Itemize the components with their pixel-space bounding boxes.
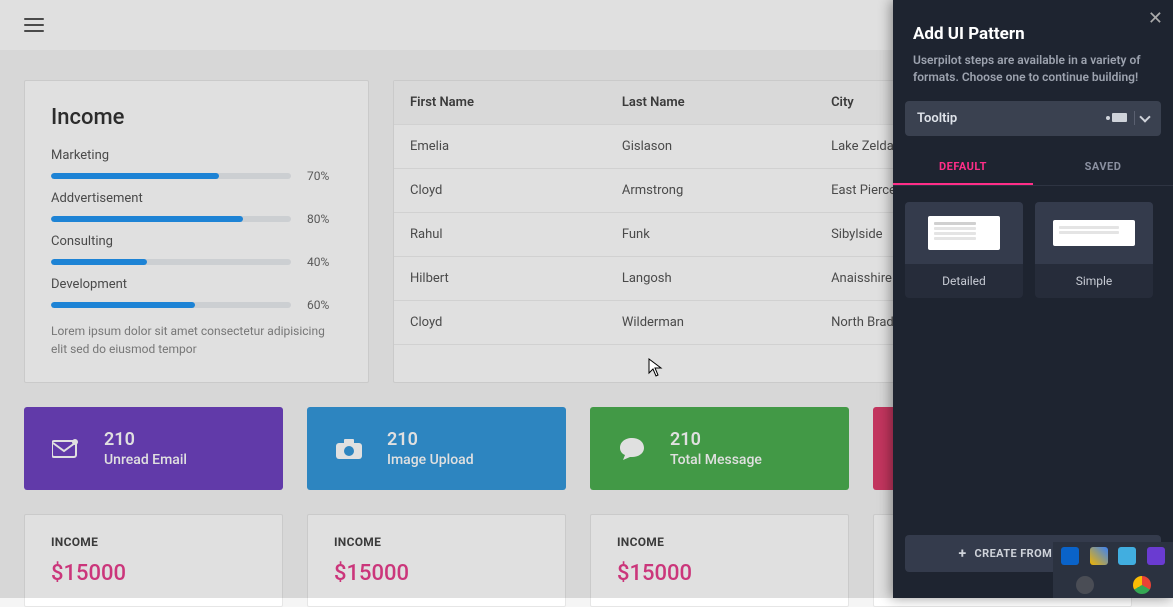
pattern-type-label: Tooltip: [917, 111, 957, 126]
system-tray: [1053, 542, 1173, 598]
stat-label: Unread Email: [104, 452, 187, 468]
security-icon[interactable]: [1090, 547, 1108, 565]
template-simple[interactable]: Simple: [1035, 202, 1153, 298]
bar-label: Marketing: [51, 148, 342, 163]
bar-track: [51, 173, 291, 179]
chrome-tray-icon[interactable]: [1133, 576, 1151, 594]
income-summary-value: $15000: [617, 561, 822, 586]
table-cell: Gislason: [606, 125, 815, 169]
bar-percent: 70%: [307, 169, 329, 183]
browser-tray-icon[interactable]: [1076, 576, 1094, 594]
chevron-down-icon: [1139, 112, 1150, 123]
mail-icon: [50, 433, 82, 465]
menu-toggle[interactable]: [24, 18, 44, 32]
stat-tile[interactable]: 210 Image Upload: [307, 407, 566, 490]
income-summary-value: $15000: [51, 561, 256, 586]
panel-title: Add UI Pattern: [913, 24, 1153, 44]
stat-tile[interactable]: 210 Total Message: [590, 407, 849, 490]
table-header: Last Name: [606, 81, 815, 125]
bluetooth-icon[interactable]: [1061, 547, 1079, 565]
income-summary-card: INCOME $15000: [307, 514, 566, 607]
app-tray-icon[interactable]: [1118, 547, 1136, 565]
tooltip-icon: [1106, 112, 1128, 124]
tab-default[interactable]: DEFAULT: [893, 150, 1033, 185]
income-summary-card: INCOME $15000: [24, 514, 283, 607]
table-cell: Emelia: [394, 125, 606, 169]
panel-subtitle: Userpilot steps are available in a varie…: [913, 52, 1153, 87]
stat-value: 210: [670, 429, 762, 450]
income-summary-head: INCOME: [51, 535, 256, 549]
table-cell: Cloyd: [394, 301, 606, 345]
tab-saved[interactable]: SAVED: [1033, 150, 1173, 185]
template-simple-label: Simple: [1035, 264, 1153, 298]
income-summary-head: INCOME: [617, 535, 822, 549]
bar-track: [51, 302, 291, 308]
template-detailed[interactable]: Detailed: [905, 202, 1023, 298]
income-bar: Consulting 40%: [51, 234, 342, 269]
income-card: Income Marketing 70% Addvertisement 80% Cons…: [24, 80, 369, 383]
stat-value: 210: [104, 429, 187, 450]
bar-track: [51, 216, 291, 222]
table-cell: Wilderman: [606, 301, 815, 345]
table-cell: Armstrong: [606, 169, 815, 213]
table-cell: Langosh: [606, 257, 815, 301]
table-cell: Hilbert: [394, 257, 606, 301]
table-cell: Rahul: [394, 213, 606, 257]
settings-tray-icon[interactable]: [1147, 547, 1165, 565]
income-summary-head: INCOME: [334, 535, 539, 549]
bar-percent: 40%: [307, 255, 329, 269]
income-bar: Marketing 70%: [51, 148, 342, 183]
pattern-type-select[interactable]: Tooltip: [905, 101, 1161, 136]
bar-track: [51, 259, 291, 265]
close-icon[interactable]: ✕: [1148, 8, 1163, 29]
income-description: Lorem ipsum dolor sit amet consectetur a…: [51, 322, 342, 358]
income-summary-value: $15000: [334, 561, 539, 586]
stat-tile[interactable]: 210 Unread Email: [24, 407, 283, 490]
bar-label: Addvertisement: [51, 191, 342, 206]
income-title: Income: [51, 105, 342, 130]
bar-label: Development: [51, 277, 342, 292]
income-bar: Development 60%: [51, 277, 342, 312]
chat-icon: [616, 433, 648, 465]
bar-percent: 80%: [307, 212, 329, 226]
camera-icon: [333, 433, 365, 465]
income-summary-card: INCOME $15000: [590, 514, 849, 607]
table-cell: Cloyd: [394, 169, 606, 213]
bar-label: Consulting: [51, 234, 342, 249]
table-cell: Funk: [606, 213, 815, 257]
stat-label: Total Message: [670, 452, 762, 468]
add-ui-pattern-panel: ✕ Add UI Pattern Userpilot steps are ava…: [893, 0, 1173, 598]
table-header: First Name: [394, 81, 606, 125]
income-bar: Addvertisement 80%: [51, 191, 342, 226]
template-detailed-label: Detailed: [905, 264, 1023, 298]
stat-value: 210: [387, 429, 474, 450]
bar-percent: 60%: [307, 298, 329, 312]
stat-label: Image Upload: [387, 452, 474, 468]
